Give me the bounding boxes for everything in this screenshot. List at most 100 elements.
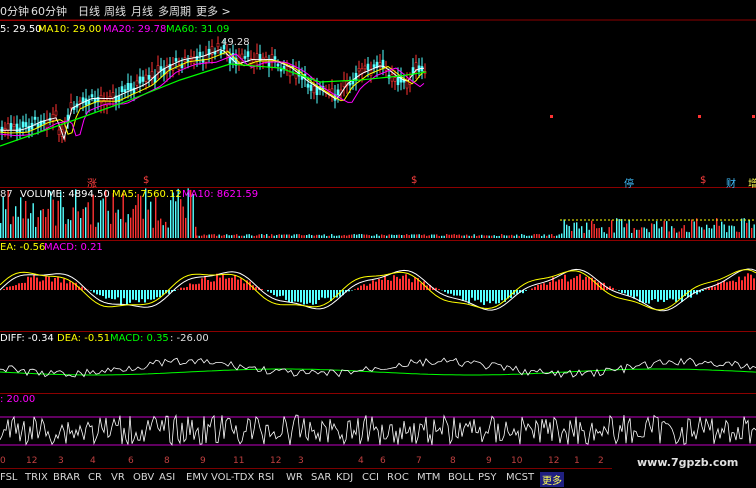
macd-bar bbox=[585, 277, 587, 290]
flag-suspend[interactable]: 停 bbox=[624, 175, 634, 190]
candle-body bbox=[157, 66, 159, 72]
time-axis-tick: 3 bbox=[298, 456, 304, 466]
volume-bar bbox=[659, 228, 660, 238]
volume-bar bbox=[591, 221, 592, 238]
macd-bar bbox=[285, 290, 287, 300]
indicator-tab-wr[interactable]: WR bbox=[286, 472, 303, 483]
time-axis-tick: 3 bbox=[58, 456, 64, 466]
oscillator-label: : 20.00 bbox=[0, 394, 35, 405]
macd-bar bbox=[303, 290, 305, 305]
volume-bar bbox=[604, 232, 605, 238]
indicator-tab-psy[interactable]: PSY bbox=[478, 472, 497, 483]
macd-bar bbox=[438, 289, 440, 290]
volume-bar bbox=[351, 235, 352, 238]
macd-bar bbox=[678, 290, 680, 299]
volume-bar bbox=[83, 209, 84, 238]
flag-dividend-1[interactable]: $ bbox=[143, 175, 149, 186]
macd-bar bbox=[534, 287, 536, 290]
macd-bar bbox=[669, 290, 671, 298]
volume-bar bbox=[125, 222, 126, 238]
indicator-tab-mtm[interactable]: MTM bbox=[417, 472, 440, 483]
dea-label: DEA: -0.51 bbox=[57, 333, 110, 344]
indicator-tab-trix[interactable]: TRIX bbox=[25, 472, 48, 483]
macd-bar bbox=[15, 285, 17, 290]
macd-bar bbox=[471, 290, 473, 298]
indicator-tab-cr[interactable]: CR bbox=[88, 472, 102, 483]
candle-body bbox=[52, 114, 54, 120]
macd-bar bbox=[555, 282, 557, 290]
macd-bar bbox=[105, 290, 107, 299]
volume-bar bbox=[63, 207, 64, 238]
macd-bar bbox=[60, 283, 62, 290]
indicator-tab-rsi[interactable]: RSI bbox=[258, 472, 274, 483]
indicator-tab-emv[interactable]: EMV bbox=[186, 472, 208, 483]
macd-bar bbox=[540, 284, 542, 290]
macd-bar bbox=[660, 290, 662, 300]
volume-bar bbox=[599, 228, 600, 238]
flag-dividend-2[interactable]: $ bbox=[411, 175, 417, 186]
volume-bar bbox=[471, 236, 472, 238]
price-mark bbox=[698, 115, 701, 118]
indicator-tab-vol-tdx[interactable]: VOL-TDX bbox=[211, 472, 254, 483]
volume-bar bbox=[53, 200, 54, 238]
volume-bar bbox=[404, 235, 405, 238]
indicator-tab-more[interactable]: 更多 bbox=[540, 472, 564, 487]
volume-bar bbox=[399, 235, 400, 238]
flag-dividend-3[interactable]: $ bbox=[700, 175, 706, 186]
macd-bar bbox=[492, 290, 494, 301]
candlestick-chart[interactable] bbox=[0, 0, 756, 487]
candle-body bbox=[121, 87, 123, 92]
volume-bar bbox=[514, 236, 515, 238]
volume-bar bbox=[541, 236, 542, 238]
indicator-tab-mcst[interactable]: MCST bbox=[506, 472, 534, 483]
flag-limit-up[interactable]: 涨 bbox=[87, 175, 97, 190]
volume-bar bbox=[689, 232, 690, 238]
volume-bar bbox=[389, 234, 390, 238]
indicator-tab-fsl[interactable]: FSL bbox=[0, 472, 18, 483]
volume-bar bbox=[133, 209, 134, 238]
indicator-tab-boll[interactable]: BOLL bbox=[448, 472, 474, 483]
volume-bar bbox=[384, 235, 385, 238]
macd-bar bbox=[147, 290, 149, 299]
volume-bar bbox=[251, 235, 252, 238]
volume-bar bbox=[90, 224, 91, 238]
indicator-tab-roc[interactable]: ROC bbox=[387, 472, 409, 483]
indicator-tab-obv[interactable]: OBV bbox=[133, 472, 154, 483]
candle-body bbox=[406, 81, 408, 88]
volume-bar bbox=[751, 228, 752, 238]
candle-body bbox=[241, 54, 243, 59]
volume-bar bbox=[319, 235, 320, 238]
indicator-tab-kdj[interactable]: KDJ bbox=[336, 472, 353, 483]
flag-increase[interactable]: 增 bbox=[748, 175, 756, 190]
volume-bar bbox=[155, 197, 156, 238]
candle-body bbox=[373, 65, 375, 68]
macd-bar bbox=[477, 290, 479, 300]
macd-bar bbox=[720, 283, 722, 290]
macd-bar bbox=[24, 283, 26, 290]
volume-bar bbox=[519, 236, 520, 238]
macd-bar bbox=[360, 286, 362, 290]
candle-body bbox=[274, 57, 276, 60]
indicator-tab-cci[interactable]: CCI bbox=[362, 472, 379, 483]
macd-bar bbox=[480, 290, 482, 302]
volume-bar bbox=[0, 223, 1, 238]
volume-bar bbox=[516, 235, 517, 238]
macd-bar bbox=[90, 290, 92, 291]
indicator-tab-asi[interactable]: ASI bbox=[159, 472, 175, 483]
macd-bar bbox=[582, 280, 584, 290]
macd-bar bbox=[558, 280, 560, 290]
macd-bar bbox=[63, 279, 65, 290]
volume-bar bbox=[165, 222, 166, 238]
macd-bar bbox=[714, 287, 716, 290]
flag-finance[interactable]: 财 bbox=[726, 175, 736, 190]
macd-bar bbox=[111, 290, 113, 299]
volume-bar bbox=[3, 196, 4, 238]
macd-bar bbox=[390, 281, 392, 290]
indicator-tab-sar[interactable]: SAR bbox=[311, 472, 331, 483]
volume-bar bbox=[531, 236, 532, 238]
macd-bar bbox=[273, 290, 275, 295]
indicator-tab-vr[interactable]: VR bbox=[111, 472, 125, 483]
indicator-tab-brar[interactable]: BRAR bbox=[53, 472, 80, 483]
macd-bar bbox=[324, 290, 326, 298]
volume-bar bbox=[464, 235, 465, 238]
